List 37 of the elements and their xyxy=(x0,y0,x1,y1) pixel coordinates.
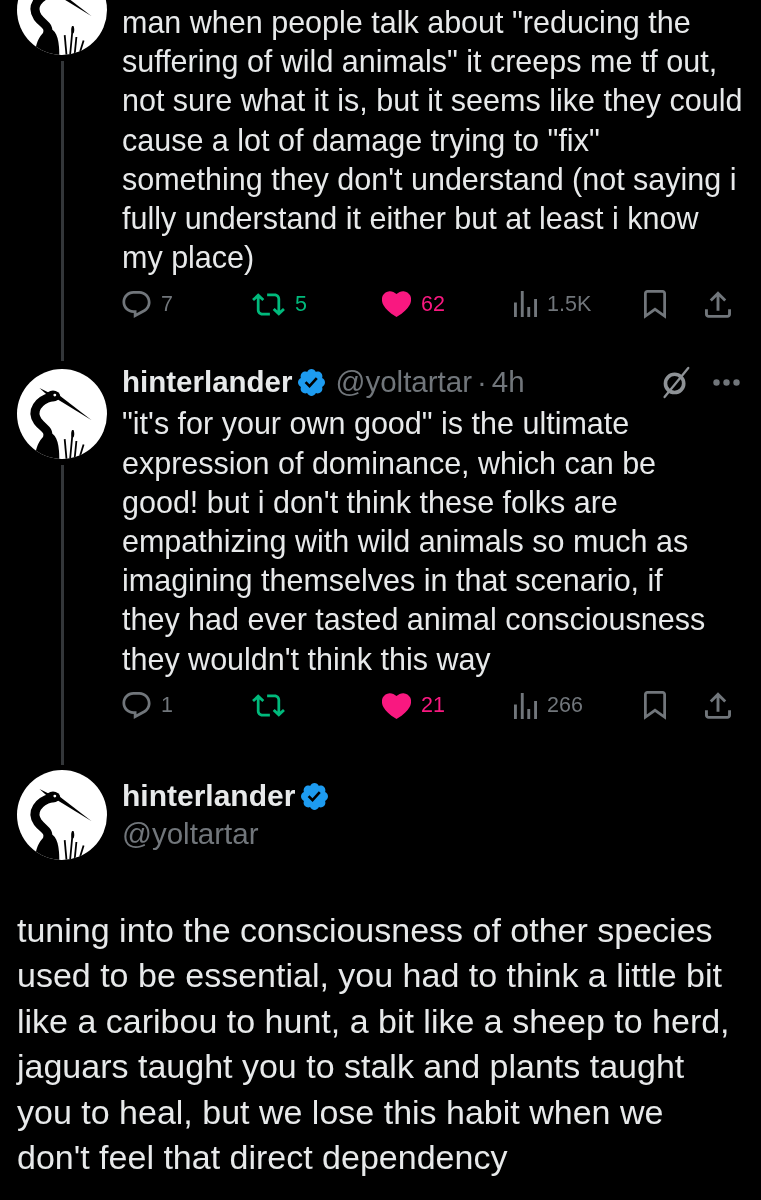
author-handle[interactable]: @yoltartar xyxy=(122,814,329,852)
views-button[interactable]: 1.5K xyxy=(514,291,592,318)
repost-button[interactable]: 5 xyxy=(252,291,307,317)
upload-arrow-icon xyxy=(705,692,731,720)
bookmark-icon xyxy=(644,691,666,721)
like-button[interactable]: 62 xyxy=(382,291,445,318)
upload-arrow-icon xyxy=(705,290,731,318)
speech-bubble-icon xyxy=(122,290,151,318)
like-button[interactable]: 21 xyxy=(382,692,445,719)
heart-icon xyxy=(382,692,411,719)
heart-icon xyxy=(382,291,411,318)
bar-chart-icon xyxy=(514,291,537,318)
share-button[interactable] xyxy=(705,692,731,720)
bar-chart-icon xyxy=(514,692,537,719)
reply-text: man when people talk about "reducing the suffering of wild animals" it creeps me tf out, not sure what it is, but it seems like they could cause a lot of damage trying to "fix" something they don't understand (not saying i fully understand it either but at least i know my place) xyxy=(122,4,744,277)
loop-arrows-icon xyxy=(252,292,285,316)
heron-avatar-icon[interactable] xyxy=(17,769,107,860)
separator: · xyxy=(477,365,487,400)
speech-bubble-icon xyxy=(122,692,151,720)
bookmark-icon xyxy=(644,289,666,319)
more-icon[interactable] xyxy=(713,378,740,386)
reply-text: "it's for your own good" is the ultimate expression of dominance, which can be good! but i don't think these folks are empathizing with wild animals so much as imagining themselves in that scenario, if they had ever tasted animal consciousness they wouldn't think this way xyxy=(122,405,707,679)
bookmark-button[interactable] xyxy=(644,289,666,319)
reply-button[interactable]: 7 xyxy=(122,290,173,318)
heron-avatar-icon[interactable] xyxy=(17,0,107,55)
author-handle[interactable]: @yoltartar xyxy=(335,365,472,400)
author-name[interactable]: hinterlander xyxy=(122,365,293,400)
views-button[interactable]: 266 xyxy=(514,692,583,719)
reply-button[interactable]: 1 xyxy=(122,692,173,720)
bookmark-button[interactable] xyxy=(644,691,666,721)
author-name[interactable]: hinterlander xyxy=(122,779,296,814)
post-text: tuning into the consciousness of other species used to be essential, you had to think a little bit like a caribou to hunt, a bit like a sheep to herd, jaguars taught you to stalk and plants taught you to heal, but we lose this habit when we don't feel that direct dependency xyxy=(15,909,731,1179)
share-button[interactable] xyxy=(705,290,731,318)
post-time[interactable]: 4h xyxy=(491,365,525,400)
repost-button[interactable] xyxy=(252,694,285,718)
heron-avatar-icon[interactable] xyxy=(17,369,107,460)
loop-arrows-icon xyxy=(252,694,285,718)
